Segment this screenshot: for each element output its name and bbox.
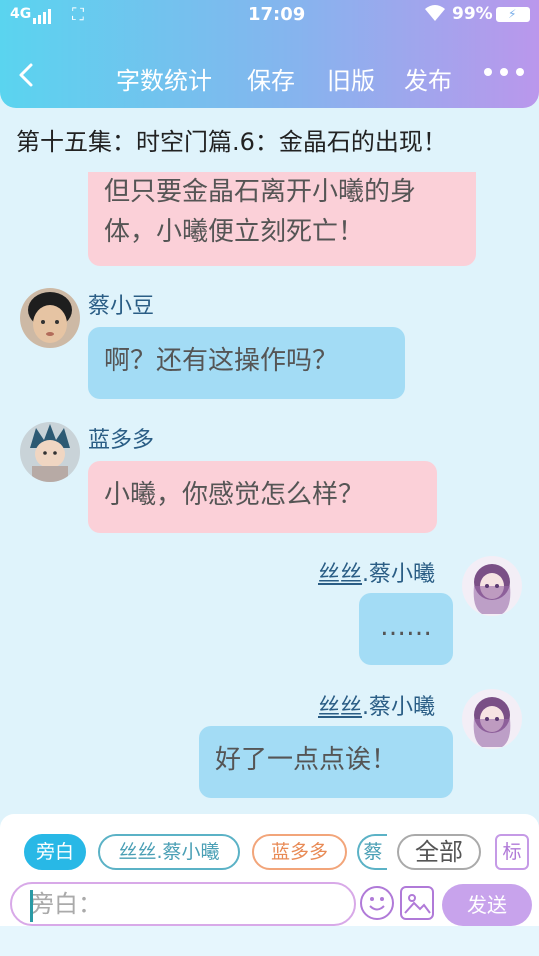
sender-name: 丝丝.蔡小曦 xyxy=(318,695,436,720)
role-chip-all[interactable]: 全部 xyxy=(397,834,481,870)
emoji-button[interactable] xyxy=(360,886,394,920)
chevron-left-icon xyxy=(19,63,33,87)
navigation-bar: 字数统计 保存 旧版 发布 xyxy=(0,52,539,102)
bottom-safe-area xyxy=(0,926,539,956)
sender-name: 丝丝.蔡小曦 xyxy=(318,562,436,587)
girl-avatar-icon xyxy=(20,422,80,482)
chat-area[interactable]: 但只要金晶石离开小曦的身体，小曦便立刻死亡！ 蔡小豆 啊？还有这操作吗？ 蓝多多… xyxy=(0,172,539,812)
message-bubble: …… xyxy=(359,593,453,665)
network-indicator: 4G xyxy=(10,6,53,24)
boy-avatar-icon xyxy=(20,288,80,348)
role-chip-narration[interactable]: 旁白 xyxy=(24,834,86,870)
image-button[interactable] xyxy=(400,886,434,920)
back-button[interactable] xyxy=(16,60,42,94)
message-bubble: 小曦，你感觉怎么样？ xyxy=(88,461,437,533)
publish-button[interactable]: 发布 xyxy=(404,61,452,96)
message-bubble: 但只要金晶石离开小曦的身体，小曦便立刻死亡！ xyxy=(88,172,476,266)
battery-icon: ⚡ xyxy=(496,7,530,22)
wifi-icon xyxy=(424,4,446,26)
mark-button[interactable]: 标 xyxy=(495,834,529,870)
avatar[interactable] xyxy=(20,422,80,482)
smile-icon xyxy=(369,897,385,911)
save-button[interactable]: 保存 xyxy=(247,61,295,96)
old-version-button[interactable]: 旧版 xyxy=(327,61,375,96)
status-time: 17:09 xyxy=(248,4,306,25)
message-bubble: 好了一点点诶！ xyxy=(199,726,453,798)
avatar[interactable] xyxy=(20,288,80,348)
anime-girl-avatar-icon xyxy=(462,689,522,749)
screenshot-icon: ⛶ xyxy=(72,5,84,25)
send-button[interactable]: 发送 xyxy=(442,884,532,926)
role-chip-landuoduo[interactable]: 蓝多多 xyxy=(252,834,347,870)
composer-panel: 旁白 丝丝.蔡小曦 蓝多多 蔡 全部 标 旁白： 发送 xyxy=(0,814,539,926)
avatar[interactable] xyxy=(462,689,522,749)
image-icon xyxy=(404,894,431,914)
signal-bars-icon xyxy=(33,8,53,24)
avatar[interactable] xyxy=(462,556,522,616)
sender-name: 蔡小豆 xyxy=(88,294,155,319)
episode-title: 第十五集：时空门篇.6：金晶石的出现！ xyxy=(16,128,447,156)
word-count-button[interactable]: 字数统计 xyxy=(116,61,212,96)
text-caret xyxy=(30,890,33,922)
role-chip-sisi[interactable]: 丝丝.蔡小曦 xyxy=(98,834,240,870)
sender-name: 蓝多多 xyxy=(88,428,155,453)
anime-girl-avatar-icon xyxy=(462,556,522,616)
role-chip-partial[interactable]: 蔡 xyxy=(357,834,387,870)
message-bubble: 啊？还有这操作吗？ xyxy=(88,327,405,399)
status-bar: 4G ⛶ 17:09 99% ⚡ xyxy=(0,0,539,30)
more-options-button[interactable] xyxy=(482,56,526,94)
more-dots-icon xyxy=(484,68,524,76)
app-header: 4G ⛶ 17:09 99% ⚡ 字数统计 保存 旧版 发布 xyxy=(0,0,539,108)
battery-percent: 99% xyxy=(452,4,493,24)
message-input[interactable]: 旁白： xyxy=(10,882,356,926)
